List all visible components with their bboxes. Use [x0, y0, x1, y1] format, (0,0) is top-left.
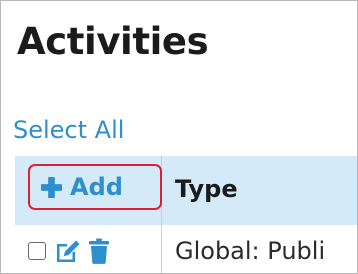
header-actions-cell: Add: [15, 156, 162, 225]
row-checkbox[interactable]: [28, 242, 46, 260]
select-all-link[interactable]: Select All: [13, 116, 124, 144]
type-column-header[interactable]: Type: [175, 175, 238, 203]
page-title: Activities: [17, 20, 209, 63]
row-actions-cell: [15, 225, 162, 273]
add-button[interactable]: Add: [28, 164, 162, 210]
table-row: Global: Publi: [15, 225, 357, 273]
add-button-label: Add: [70, 173, 123, 201]
plus-icon: [40, 176, 63, 198]
activities-panel: Activities Select All Add Type Global: P…: [0, 0, 358, 274]
trash-icon[interactable]: [88, 238, 110, 264]
row-type-cell: Global: Publi: [175, 237, 326, 265]
edit-icon[interactable]: [54, 238, 80, 264]
table-header: Add Type: [15, 156, 357, 225]
